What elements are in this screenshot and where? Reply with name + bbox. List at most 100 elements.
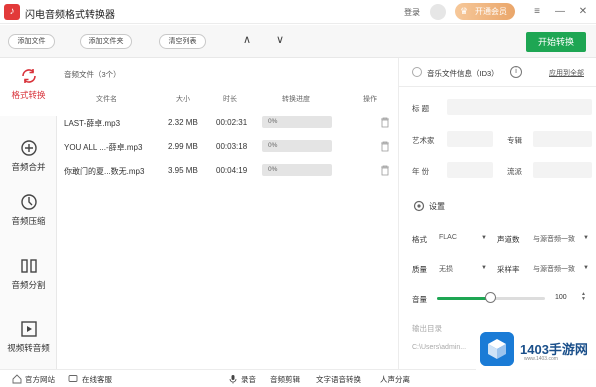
file-name: YOU ALL ...-薛卓.mp3: [64, 143, 143, 152]
column-header-name: 文件名: [96, 96, 117, 103]
watermark: 1403手游网 www.1403.com: [476, 330, 596, 370]
convert-icon: [21, 69, 36, 83]
file-list-panel: 音频文件（3个） 文件名 大小 时长 转换进度 操作 LAST-薛卓.mp3 2…: [57, 58, 398, 369]
sidebar-item-video-to-audio[interactable]: 视频转音频: [0, 311, 57, 369]
audio-edit-link[interactable]: 音频剪辑: [270, 374, 300, 385]
menu-icon[interactable]: ≡: [530, 5, 544, 19]
id3-header: 音乐文件信息（ID3） i 应用到全部: [399, 58, 596, 87]
sidebar-item-format-convert[interactable]: 格式转换: [0, 58, 57, 116]
record-link[interactable]: 录音: [241, 374, 256, 385]
close-icon[interactable]: ✕: [576, 5, 590, 19]
file-name: LAST-薛卓.mp3: [64, 119, 121, 128]
crown-icon: ♛: [460, 6, 469, 16]
id3-toggle[interactable]: [412, 67, 422, 77]
trash-icon[interactable]: [380, 141, 390, 152]
add-folder-button[interactable]: 添加文件夹: [80, 34, 132, 49]
format-select[interactable]: FLAC: [439, 234, 457, 241]
voice-separate-link[interactable]: 人声分离: [380, 374, 410, 385]
volume-value: 100: [555, 294, 567, 301]
video-icon: [20, 321, 37, 337]
file-duration: 00:03:18: [216, 142, 248, 151]
info-icon[interactable]: i: [510, 66, 522, 78]
column-header-duration: 时长: [223, 96, 237, 103]
chat-icon: [68, 375, 78, 382]
album-field[interactable]: [533, 131, 592, 147]
channel-select[interactable]: 与源音频一致: [533, 234, 575, 244]
minimize-icon[interactable]: —: [553, 5, 567, 19]
toolbar: 添加文件 添加文件夹 清空列表 ∧ ∨ 开始转换: [0, 25, 596, 58]
output-path[interactable]: C:\Users\admin...: [412, 344, 466, 351]
tts-link[interactable]: 文字语音转换: [316, 374, 361, 385]
sidebar-item-label: 音频合并: [11, 162, 46, 172]
compress-icon: [20, 194, 37, 210]
website-link[interactable]: 官方网站: [25, 374, 55, 385]
progress-bar: 0%: [262, 140, 332, 152]
file-count-label: 音频文件（3个）: [64, 70, 121, 79]
sidebar-item-label: 视频转音频: [7, 343, 50, 353]
volume-label: 音量: [412, 295, 427, 304]
sidebar-item-label: 音频分割: [11, 280, 46, 290]
chevron-down-icon[interactable]: ▼: [481, 265, 487, 271]
app-title: 闪电音频格式转换器: [25, 10, 115, 21]
trash-icon[interactable]: [380, 117, 390, 128]
mic-icon: [229, 375, 237, 384]
settings-title: 设置: [429, 202, 445, 211]
chevron-down-icon[interactable]: ▼: [481, 235, 487, 241]
samplerate-select[interactable]: 与源音频一致: [533, 264, 575, 274]
trash-icon[interactable]: [380, 165, 390, 176]
column-header-size: 大小: [176, 96, 190, 103]
start-convert-button[interactable]: 开始转换: [526, 32, 586, 52]
progress-bar: 0%: [262, 116, 332, 128]
volume-handle[interactable]: [485, 292, 496, 303]
file-name: 你敢门的夏...数无.mp3: [64, 167, 145, 176]
quality-select[interactable]: 无损: [439, 264, 453, 274]
samplerate-label: 采样率: [497, 265, 520, 274]
sidebar-item-audio-split[interactable]: 音频分割: [0, 248, 57, 306]
add-file-button[interactable]: 添加文件: [8, 34, 55, 49]
login-link[interactable]: 登录: [404, 7, 420, 18]
merge-icon: [20, 140, 37, 156]
chevron-down-icon[interactable]: ▼: [583, 235, 589, 241]
split-icon: [20, 259, 37, 273]
table-row[interactable]: 你敢门的夏...数无.mp3 3.95 MB 00:04:19 0%: [57, 159, 398, 183]
format-label: 格式: [412, 235, 427, 244]
table-row[interactable]: LAST-薛卓.mp3 2.32 MB 00:02:31 0%: [57, 111, 398, 135]
home-icon: [12, 374, 22, 384]
title-field[interactable]: [447, 99, 592, 115]
file-duration: 00:04:19: [216, 166, 248, 175]
artist-field[interactable]: [447, 131, 493, 147]
sidebar: 格式转换 音频合并 音频压缩 音频分割 视频转音频: [0, 58, 57, 369]
table-row[interactable]: YOU ALL ...-薛卓.mp3 2.99 MB 00:03:18 0%: [57, 135, 398, 159]
artist-label: 艺术家: [412, 136, 435, 145]
genre-label: 流派: [507, 167, 522, 176]
progress-bar: 0%: [262, 164, 332, 176]
watermark-logo-icon: [480, 332, 514, 366]
move-down-button[interactable]: ∨: [269, 33, 291, 48]
sidebar-item-audio-compress[interactable]: 音频压缩: [0, 184, 57, 242]
album-label: 专辑: [507, 136, 522, 145]
file-size: 2.32 MB: [168, 118, 198, 127]
year-field[interactable]: [447, 162, 493, 178]
file-duration: 00:02:31: [216, 118, 248, 127]
channel-label: 声道数: [497, 235, 520, 244]
volume-fill: [437, 297, 491, 300]
app-logo-icon: ♪: [4, 4, 20, 20]
sidebar-item-audio-merge[interactable]: 音频合并: [0, 130, 57, 188]
volume-stepper[interactable]: ▲ ▼: [581, 292, 586, 302]
title-label: 标 题: [412, 104, 430, 113]
column-header-action: 操作: [363, 96, 377, 103]
id3-title: 音乐文件信息（ID3）: [427, 69, 499, 78]
output-label: 输出目录: [412, 324, 442, 333]
title-bar: ♪ 闪电音频格式转换器 登录 开通会员 ♛ ≡ — ✕: [0, 0, 596, 24]
sidebar-item-label: 格式转换: [11, 90, 46, 100]
support-link[interactable]: 在线客服: [82, 374, 112, 385]
genre-field[interactable]: [533, 162, 592, 178]
avatar[interactable]: [430, 4, 446, 20]
file-size: 2.99 MB: [168, 142, 198, 151]
move-up-button[interactable]: ∧: [236, 33, 258, 48]
chevron-down-icon[interactable]: ▼: [583, 265, 589, 271]
clear-list-button[interactable]: 清空列表: [159, 34, 206, 49]
settings-panel: 音乐文件信息（ID3） i 应用到全部 标 题 艺术家 专辑 年 份 流派 设置…: [398, 58, 596, 369]
apply-all-link[interactable]: 应用到全部: [549, 68, 584, 78]
year-label: 年 份: [412, 167, 430, 176]
